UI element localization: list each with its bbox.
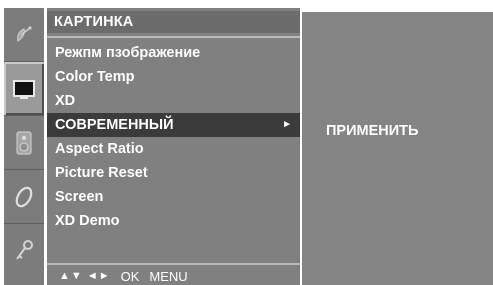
speaker-icon <box>14 130 34 156</box>
menu-item-color-temp[interactable]: Color Temp <box>47 65 300 89</box>
satellite-dish-icon <box>12 23 36 47</box>
submenu-panel: ПРИМЕНИТЬ <box>302 12 493 285</box>
menu-title: КАРТИНКА <box>47 11 300 33</box>
menu-item-label: Aspect Ratio <box>55 141 144 157</box>
menu-item-label: Screen <box>55 189 104 205</box>
menu-item-aspect-ratio[interactable]: Aspect Ratio <box>47 137 300 161</box>
category-icon-strip <box>4 8 44 285</box>
tv-osd-screen: КАРТИНКА Режпм пзображение Color Temp XD… <box>0 0 493 285</box>
menu-list: Режпм пзображение Color Temp XD СОВРЕМЕН… <box>47 41 300 233</box>
sidebar-item-lock[interactable] <box>4 224 44 278</box>
menu-item-label: XD Demo <box>55 213 120 229</box>
menu-item-picture-reset[interactable]: Picture Reset <box>47 161 300 185</box>
sidebar-item-time[interactable] <box>4 170 44 224</box>
submenu-option-apply[interactable]: ПРИМЕНИТЬ <box>326 119 418 143</box>
menu-item-label: XD <box>55 93 76 109</box>
sidebar-item-audio[interactable] <box>4 116 44 170</box>
submenu-arrow-icon: ► <box>282 119 292 130</box>
menu-item-picture-mode[interactable]: Режпм пзображение <box>47 41 300 65</box>
footer-hint-bar: ▲▼ ◄► OK MENU <box>59 267 188 285</box>
picture-menu-panel: КАРТИНКА Режпм пзображение Color Temp XD… <box>47 8 300 285</box>
picture-icon <box>12 78 36 100</box>
navigation-arrows-icon: ▲▼ ◄► <box>59 270 111 282</box>
menu-item-screen[interactable]: Screen <box>47 185 300 209</box>
menu-item-label: Режпм пзображение <box>55 45 201 61</box>
menu-item-xd-demo[interactable]: XD Demo <box>47 209 300 233</box>
ok-hint: OK <box>120 268 140 284</box>
footer-divider <box>47 263 300 265</box>
sidebar-item-picture[interactable] <box>4 62 44 116</box>
clock-icon <box>12 185 36 209</box>
key-icon <box>12 238 36 264</box>
menu-item-label: СОВРЕМЕННЫЙ <box>55 117 174 133</box>
menu-item-label: Picture Reset <box>55 165 148 181</box>
menu-item-label: Color Temp <box>55 69 135 85</box>
sidebar-item-setup[interactable] <box>4 8 44 62</box>
menu-hint: MENU <box>149 268 188 284</box>
menu-item-xd[interactable]: XD <box>47 89 300 113</box>
title-divider <box>47 36 300 38</box>
menu-item-advanced[interactable]: СОВРЕМЕННЫЙ ► <box>47 113 300 137</box>
